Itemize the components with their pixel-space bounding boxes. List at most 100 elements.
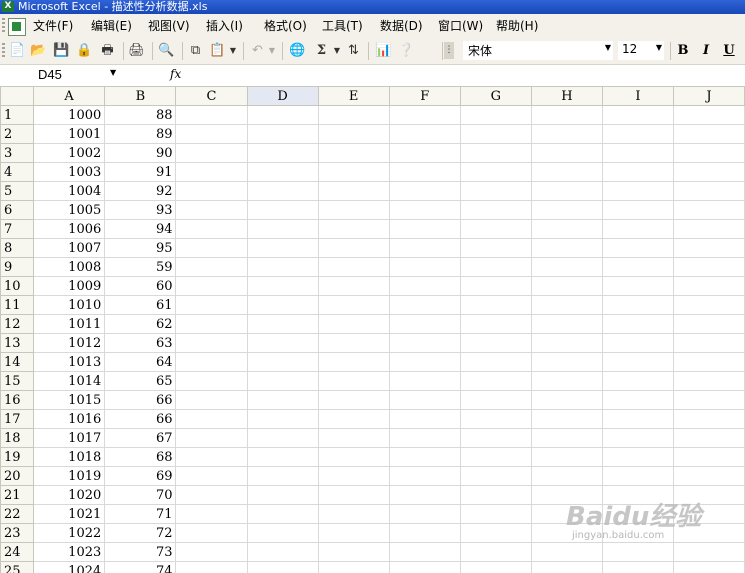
cell-e21[interactable] <box>317 485 390 505</box>
row-header[interactable]: 3 <box>0 143 34 163</box>
print-icon[interactable]: 🖶 <box>99 42 116 59</box>
cell-h12[interactable] <box>530 314 603 334</box>
cell-a25[interactable]: 1024 <box>32 561 106 573</box>
row-header[interactable]: 5 <box>0 181 34 201</box>
cell-h5[interactable] <box>530 181 603 201</box>
cell-a23[interactable]: 1022 <box>32 523 106 543</box>
cell-b23[interactable]: 72 <box>104 523 177 543</box>
cell-g14[interactable] <box>459 352 532 372</box>
cell-b22[interactable]: 71 <box>104 504 177 524</box>
cell-e22[interactable] <box>317 504 390 524</box>
cell-c14[interactable] <box>175 352 248 372</box>
cell-i13[interactable] <box>601 333 674 353</box>
cell-a10[interactable]: 1009 <box>32 276 106 296</box>
cell-b7[interactable]: 94 <box>104 219 177 239</box>
cell-h4[interactable] <box>530 162 603 182</box>
cell-a22[interactable]: 1021 <box>32 504 106 524</box>
cell-b13[interactable]: 63 <box>104 333 177 353</box>
cell-j3[interactable] <box>672 143 745 163</box>
column-header-i[interactable]: I <box>601 86 674 106</box>
column-header-c[interactable]: C <box>175 86 248 106</box>
cell-b1[interactable]: 88 <box>104 105 177 125</box>
cell-f4[interactable] <box>388 162 461 182</box>
row-header[interactable]: 8 <box>0 238 34 258</box>
cell-j7[interactable] <box>672 219 745 239</box>
cell-h20[interactable] <box>530 466 603 486</box>
row-header[interactable]: 21 <box>0 485 34 505</box>
menu-insert[interactable]: 插入(I) <box>206 18 243 35</box>
cell-f2[interactable] <box>388 124 461 144</box>
cell-h11[interactable] <box>530 295 603 315</box>
cell-c25[interactable] <box>175 561 248 573</box>
cell-d6[interactable] <box>246 200 319 220</box>
menu-grip[interactable] <box>2 18 5 34</box>
cell-f9[interactable] <box>388 257 461 277</box>
menu-format[interactable]: 格式(O) <box>264 18 307 35</box>
formula-input[interactable] <box>186 66 743 84</box>
cell-f10[interactable] <box>388 276 461 296</box>
cell-j21[interactable] <box>672 485 745 505</box>
row-header[interactable]: 22 <box>0 504 34 524</box>
cell-g4[interactable] <box>459 162 532 182</box>
cell-c11[interactable] <box>175 295 248 315</box>
paste-dropdown-icon[interactable]: ▼ <box>229 42 237 59</box>
cell-c19[interactable] <box>175 447 248 467</box>
cell-f13[interactable] <box>388 333 461 353</box>
menu-data[interactable]: 数据(D) <box>380 18 423 35</box>
cell-f19[interactable] <box>388 447 461 467</box>
cell-g21[interactable] <box>459 485 532 505</box>
cell-i18[interactable] <box>601 428 674 448</box>
cell-b9[interactable]: 59 <box>104 257 177 277</box>
cell-j23[interactable] <box>672 523 745 543</box>
cell-e12[interactable] <box>317 314 390 334</box>
cell-b18[interactable]: 67 <box>104 428 177 448</box>
cell-b17[interactable]: 66 <box>104 409 177 429</box>
row-header[interactable]: 2 <box>0 124 34 144</box>
cell-c12[interactable] <box>175 314 248 334</box>
cell-c23[interactable] <box>175 523 248 543</box>
cell-d23[interactable] <box>246 523 319 543</box>
cell-f24[interactable] <box>388 542 461 562</box>
cell-h1[interactable] <box>530 105 603 125</box>
cell-d4[interactable] <box>246 162 319 182</box>
cell-d20[interactable] <box>246 466 319 486</box>
cell-e25[interactable] <box>317 561 390 573</box>
cell-d7[interactable] <box>246 219 319 239</box>
toolbar-options-icon[interactable]: ⋮ <box>444 42 454 59</box>
paste-icon[interactable]: 📋 <box>209 42 226 59</box>
cell-j25[interactable] <box>672 561 745 573</box>
cell-j8[interactable] <box>672 238 745 258</box>
cell-e1[interactable] <box>317 105 390 125</box>
row-header[interactable]: 1 <box>0 105 34 125</box>
chevron-down-icon[interactable]: ▼ <box>656 43 662 52</box>
cell-h14[interactable] <box>530 352 603 372</box>
copy-icon[interactable]: ⧉ <box>187 42 204 59</box>
cell-e17[interactable] <box>317 409 390 429</box>
cell-b15[interactable]: 65 <box>104 371 177 391</box>
cell-i3[interactable] <box>601 143 674 163</box>
cell-j10[interactable] <box>672 276 745 296</box>
cell-e10[interactable] <box>317 276 390 296</box>
cell-g7[interactable] <box>459 219 532 239</box>
cell-b21[interactable]: 70 <box>104 485 177 505</box>
cell-a11[interactable]: 1010 <box>32 295 106 315</box>
cell-d14[interactable] <box>246 352 319 372</box>
cell-b12[interactable]: 62 <box>104 314 177 334</box>
cell-d17[interactable] <box>246 409 319 429</box>
cell-b3[interactable]: 90 <box>104 143 177 163</box>
menu-tools[interactable]: 工具(T) <box>322 18 363 35</box>
cell-j19[interactable] <box>672 447 745 467</box>
cell-j24[interactable] <box>672 542 745 562</box>
cell-h21[interactable] <box>530 485 603 505</box>
cell-a24[interactable]: 1023 <box>32 542 106 562</box>
cell-f17[interactable] <box>388 409 461 429</box>
cell-g15[interactable] <box>459 371 532 391</box>
cell-c24[interactable] <box>175 542 248 562</box>
cell-d9[interactable] <box>246 257 319 277</box>
autosum-dropdown-icon[interactable]: ▼ <box>333 42 341 59</box>
cell-h10[interactable] <box>530 276 603 296</box>
cell-d10[interactable] <box>246 276 319 296</box>
cell-a12[interactable]: 1011 <box>32 314 106 334</box>
cell-c15[interactable] <box>175 371 248 391</box>
font-size-select[interactable]: 12 ▼ <box>618 41 664 60</box>
